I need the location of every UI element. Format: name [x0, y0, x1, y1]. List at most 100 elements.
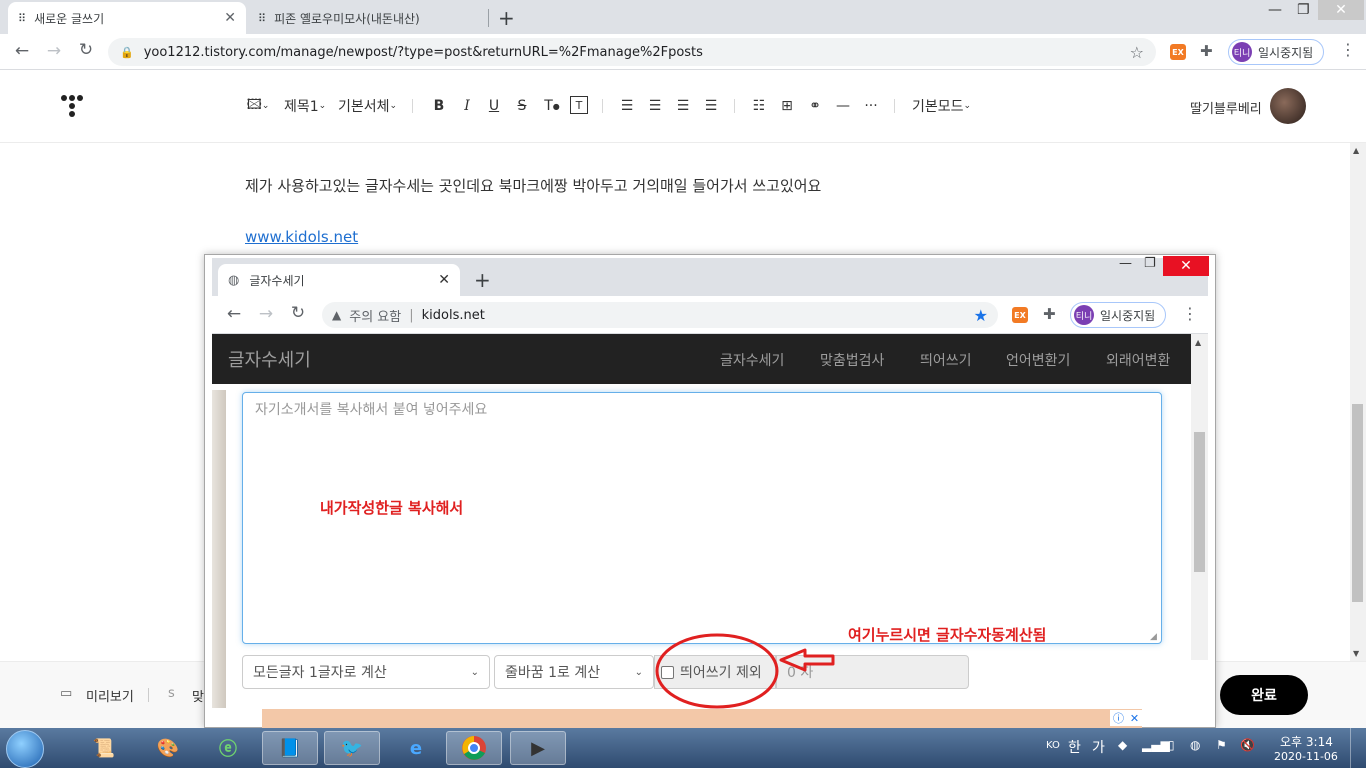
flag-icon[interactable]: ⚑	[1216, 738, 1227, 752]
align-left-icon[interactable]: ☰	[618, 94, 636, 118]
maximize-icon[interactable]: ❐	[1297, 2, 1310, 18]
chevron-down-icon: ⌄	[470, 666, 479, 678]
ad-choices[interactable]: ⓘ ✕	[1110, 710, 1142, 726]
lang-indicator[interactable]: KO	[1046, 740, 1060, 751]
ime-hangul[interactable]: 한	[1068, 737, 1081, 757]
mode-dropdown[interactable]: 기본모드 ⌄	[912, 94, 971, 118]
nav-spacing[interactable]: 띄어쓰기	[920, 350, 972, 370]
extension-ex-icon[interactable]: EX	[1012, 307, 1028, 323]
clock-date[interactable]: 2020-11-06	[1274, 750, 1338, 763]
bookmark-star-icon[interactable]: ★	[974, 306, 988, 325]
maximize-icon[interactable]: ❐	[1144, 256, 1156, 271]
done-button[interactable]: 완료	[1220, 675, 1308, 715]
strikethrough-icon[interactable]: S	[513, 94, 531, 118]
window-close-button[interactable]: ✕	[1318, 0, 1364, 20]
text-background-icon[interactable]: T	[570, 96, 588, 114]
minimize-icon[interactable]: —	[1268, 2, 1282, 18]
post-link[interactable]: www.kidols.net	[245, 228, 358, 246]
puzzle-extensions-icon[interactable]: ✚	[1043, 305, 1056, 323]
scroll-up-icon[interactable]: ▲	[1195, 338, 1201, 347]
scroll-down-icon[interactable]: ▼	[1353, 649, 1359, 658]
reload-icon[interactable]: ↻	[74, 40, 98, 60]
site-brand[interactable]: 글자수세기	[228, 346, 311, 372]
close-icon[interactable]: ✕	[438, 272, 450, 288]
bookmark-star-icon[interactable]: ☆	[1130, 43, 1144, 62]
bold-icon[interactable]: B	[430, 94, 448, 118]
taskbar-app-folder[interactable]: 📘	[262, 731, 318, 765]
preview-button[interactable]: 미리보기	[86, 686, 134, 705]
text-input-area[interactable]: 자기소개서를 복사해서 붙여 넣어주세요	[242, 392, 1162, 644]
align-right-icon[interactable]: ☰	[674, 94, 692, 118]
more-options-icon[interactable]: ···	[862, 94, 880, 118]
table-icon[interactable]: ⊞	[778, 94, 796, 118]
close-icon[interactable]: ✕	[224, 10, 236, 26]
taskbar-app-media[interactable]: ▶	[510, 731, 566, 765]
reload-icon[interactable]: ↻	[286, 303, 310, 323]
scroll-up-icon[interactable]: ▲	[1353, 146, 1359, 155]
nav-language-converter[interactable]: 언어변환기	[1006, 350, 1070, 370]
char-count-mode-select[interactable]: 모든글자 1글자로 계산 ⌄	[242, 655, 490, 689]
extension-ex-icon[interactable]: EX	[1170, 44, 1186, 60]
image-insert-icon[interactable]: 🖾 ⌄	[244, 94, 272, 118]
back-arrow-icon[interactable]: ←	[222, 304, 246, 324]
spellcheck-button[interactable]: 맞	[192, 686, 204, 705]
tab-new-post[interactable]: ⠿ 새로운 글쓰기 ✕	[8, 2, 246, 34]
inner-address-bar[interactable]: ▲ 주의 요함 | kidols.net ★	[322, 302, 998, 328]
taskbar-app-paint[interactable]: 🎨	[140, 731, 196, 765]
puzzle-extensions-icon[interactable]: ✚	[1200, 42, 1213, 60]
back-arrow-icon[interactable]: ←	[10, 41, 34, 61]
close-icon: ✕	[1180, 258, 1192, 274]
inner-window-close-button[interactable]: ✕	[1163, 256, 1209, 276]
volume-muted-icon[interactable]: 🔇	[1240, 738, 1255, 752]
avatar[interactable]	[1270, 88, 1306, 124]
tray-app-icon[interactable]: ◆	[1118, 738, 1127, 752]
resize-handle-icon[interactable]: ◢	[1150, 632, 1157, 642]
address-bar[interactable]: 🔒 yoo1212.tistory.com/manage/newpost/?ty…	[108, 38, 1156, 66]
link-icon[interactable]: ⚭	[806, 94, 824, 118]
close-icon[interactable]: ✕	[1130, 712, 1139, 725]
start-button-icon[interactable]	[6, 730, 44, 768]
info-icon[interactable]: ⓘ	[1113, 710, 1124, 726]
align-center-icon[interactable]: ☰	[646, 94, 664, 118]
battery-icon[interactable]: ▯	[1168, 738, 1175, 752]
bullet-list-icon[interactable]: ☷	[750, 94, 768, 118]
new-tab-plus-icon[interactable]: +	[498, 6, 515, 30]
nav-char-counter[interactable]: 글자수세기	[720, 350, 784, 370]
underline-icon[interactable]: U	[485, 94, 503, 118]
linebreak-mode-select[interactable]: 줄바꿈 1로 계산 ⌄	[494, 655, 654, 689]
ime-mode[interactable]: 가	[1092, 737, 1105, 757]
tab-pigeon-review[interactable]: ⠿ 피존 옐로우미모사(내돈내산)	[248, 2, 488, 34]
profile-button[interactable]: 티니 일시중지됨	[1228, 39, 1325, 65]
profile-button[interactable]: 티니 일시중지됨	[1070, 302, 1167, 328]
menu-kebab-icon[interactable]: ⋮	[1182, 304, 1198, 323]
taskbar-app-bird[interactable]: 🐦	[324, 731, 380, 765]
taskbar-app-ie[interactable]: e	[388, 731, 444, 765]
tistory-logo-icon[interactable]	[60, 94, 86, 120]
italic-icon[interactable]: I	[458, 94, 476, 118]
show-desktop-button[interactable]	[1350, 728, 1366, 768]
forward-arrow-icon[interactable]: →	[254, 304, 278, 324]
new-tab-plus-icon[interactable]: +	[474, 268, 491, 292]
post-body-text[interactable]: 제가 사용하고있는 글자수세는 곳인데요 북마크에짱 박아두고 거의매일 들어가…	[245, 175, 821, 196]
taskbar-app-notes[interactable]: 📜	[76, 731, 132, 765]
scrollbar-thumb[interactable]	[1352, 404, 1363, 602]
heading-dropdown[interactable]: 제목1 ⌄	[284, 94, 326, 118]
font-dropdown[interactable]: 기본서체 ⌄	[338, 94, 397, 118]
nav-loanword-converter[interactable]: 외래어변환	[1106, 350, 1170, 370]
taskbar-app-chrome[interactable]	[446, 731, 502, 765]
scrollbar-thumb[interactable]	[1194, 432, 1205, 572]
nav-spellcheck[interactable]: 맞춤법검사	[820, 350, 884, 370]
text-color-icon[interactable]: T ●	[542, 94, 562, 118]
forward-arrow-icon[interactable]: →	[42, 41, 66, 61]
horizontal-rule-icon[interactable]: —	[834, 94, 852, 118]
tray-globe-icon[interactable]: ◍	[1190, 738, 1200, 752]
network-signal-icon[interactable]: ▂▄▆	[1142, 738, 1170, 752]
minimize-icon[interactable]: —	[1119, 256, 1132, 271]
tab-char-counter[interactable]: ◍ 글자수세기 ✕	[218, 264, 460, 296]
username[interactable]: 딸기블루베리	[1190, 98, 1262, 117]
menu-kebab-icon[interactable]: ⋮	[1340, 40, 1356, 59]
clock-time[interactable]: 오후 3:14	[1280, 733, 1333, 750]
align-justify-icon[interactable]: ☰	[702, 94, 720, 118]
chevron-down-icon: ⌄	[318, 101, 327, 111]
taskbar-app-e[interactable]: ⓔ	[200, 731, 256, 765]
